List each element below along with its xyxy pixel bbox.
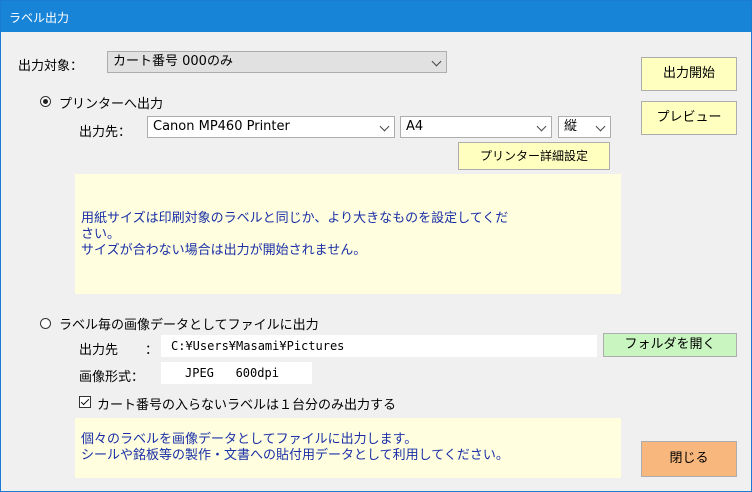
label-output-window: ラベル出力 出力対象： カート番号 000のみ 出力開始 プレビュー プリンター… bbox=[0, 0, 752, 492]
paper-select[interactable]: A4 bbox=[400, 116, 552, 138]
printer-details-button[interactable]: プリンター詳細設定 bbox=[458, 142, 610, 170]
printer-note-line: さい。 bbox=[81, 227, 121, 242]
image-radio-label[interactable]: ラベル毎の画像データとしてファイルに出力 bbox=[59, 314, 319, 333]
close-button[interactable]: 閉じる bbox=[641, 441, 737, 477]
printer-dest-label: 出力先： bbox=[79, 125, 132, 140]
output-path-field[interactable]: C:¥Users¥Masami¥Pictures bbox=[161, 335, 597, 357]
window-title: ラベル出力 bbox=[9, 11, 70, 25]
image-note: 個々のラベルを画像データとしてファイルに出力します。 シールや銘板等の製作・文書… bbox=[75, 418, 621, 478]
start-output-button[interactable]: 出力開始 bbox=[641, 57, 737, 91]
target-select-value: カート番号 000のみ bbox=[113, 54, 233, 69]
preview-button[interactable]: プレビュー bbox=[641, 101, 737, 135]
target-select[interactable]: カート番号 000のみ bbox=[107, 51, 447, 73]
target-label: 出力対象： bbox=[18, 59, 84, 74]
checkmark-icon bbox=[80, 396, 90, 406]
single-unit-checkbox-label[interactable]: カート番号の入らないラベルは１台分のみ出力する bbox=[97, 394, 396, 413]
radio-selected-dot bbox=[43, 99, 48, 104]
printer-radio-label[interactable]: プリンターへ出力 bbox=[59, 93, 163, 112]
image-radio[interactable] bbox=[40, 318, 51, 329]
image-format-field[interactable]: JPEG 600dpi bbox=[161, 362, 312, 384]
printer-note-line: サイズが合わない場合は出力が開始されません。 bbox=[81, 243, 367, 258]
chevron-down-icon bbox=[431, 56, 442, 67]
open-folder-button[interactable]: フォルダを開く bbox=[603, 333, 737, 357]
printer-note: 用紙サイズは印刷対象のラベルと同じか、より大きなものを設定してくだ さい。 サイ… bbox=[75, 174, 621, 294]
image-dest-label: 出力先 bbox=[79, 343, 119, 358]
image-note-line: シールや銘板等の製作・文書への貼付用データとして利用してください。 bbox=[81, 448, 509, 463]
image-dest-colon: ： bbox=[145, 343, 159, 358]
paper-select-value: A4 bbox=[406, 119, 424, 134]
chevron-down-icon bbox=[595, 121, 606, 132]
image-note-line: 個々のラベルを画像データとしてファイルに出力します。 bbox=[81, 432, 418, 447]
chevron-down-icon bbox=[379, 121, 390, 132]
printer-select[interactable]: Canon MP460 Printer bbox=[147, 116, 395, 138]
orientation-select[interactable]: 縦 bbox=[558, 116, 611, 138]
printer-select-value: Canon MP460 Printer bbox=[153, 119, 290, 134]
image-format-label: 画像形式： bbox=[79, 370, 145, 385]
chevron-down-icon bbox=[536, 121, 547, 132]
printer-radio[interactable] bbox=[40, 96, 51, 107]
title-bar[interactable]: ラベル出力 bbox=[1, 1, 751, 32]
single-unit-checkbox[interactable] bbox=[79, 396, 91, 408]
orientation-select-value: 縦 bbox=[564, 119, 578, 134]
printer-note-line: 用紙サイズは印刷対象のラベルと同じか、より大きなものを設定してくだ bbox=[81, 211, 509, 226]
